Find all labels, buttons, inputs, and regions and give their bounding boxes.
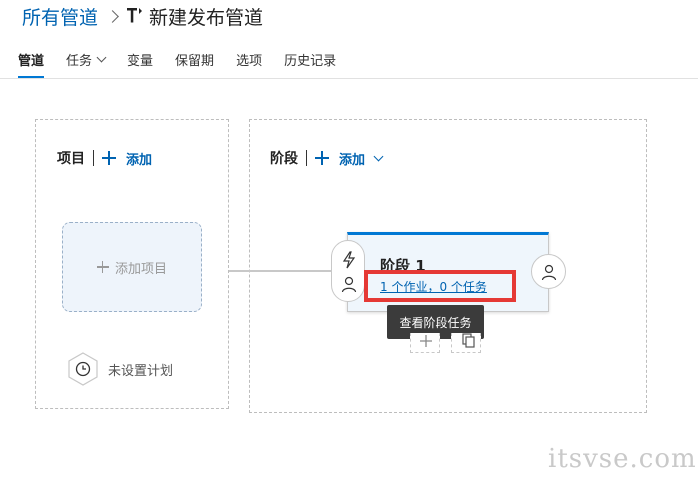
tab-tasks[interactable]: 任务 [66, 48, 107, 70]
schedule-trigger[interactable]: 未设置计划 [66, 352, 173, 386]
tab-pipeline[interactable]: 管道 [18, 48, 45, 78]
stages-title: 阶段 [270, 151, 298, 167]
artifacts-header: 项目 添加 [57, 148, 152, 168]
pre-deployment-conditions [331, 240, 365, 302]
clone-icon [462, 333, 475, 348]
post-deployment-conditions[interactable] [531, 254, 566, 289]
lightning-icon[interactable] [340, 251, 358, 269]
breadcrumb: 所有管道 新建发布管道 [22, 2, 263, 30]
tab-options[interactable]: 选项 [236, 48, 262, 70]
pipeline-icon [127, 8, 143, 23]
stages-header: 阶段 添加 [270, 148, 384, 168]
divider [93, 150, 94, 166]
clone-stage-button[interactable] [451, 333, 481, 353]
plus-icon [96, 261, 109, 273]
tabs-divider [0, 78, 698, 79]
breadcrumb-all-pipelines[interactable]: 所有管道 [22, 3, 98, 30]
divider [306, 150, 307, 166]
tab-bar: 管道 任务 变量 保留期 选项 历史记录 [18, 48, 358, 78]
person-icon [541, 264, 556, 280]
pipeline-connector [229, 270, 333, 272]
tab-retention[interactable]: 保留期 [175, 48, 214, 70]
schedule-label: 未设置计划 [108, 363, 174, 379]
chevron-down-icon[interactable] [373, 151, 384, 161]
chevron-down-icon [96, 52, 107, 62]
add-stage-below-button[interactable] [410, 333, 440, 353]
artifacts-panel: 项目 添加 添加项目 未设置计划 [35, 119, 229, 409]
tab-history[interactable]: 历史记录 [284, 48, 336, 70]
chevron-right-icon [106, 9, 119, 23]
add-artifact-button[interactable]: 添加项目 [62, 222, 202, 312]
artifacts-title: 项目 [57, 151, 85, 167]
add-artifact-label: 添加项目 [114, 261, 167, 277]
clock-icon [68, 352, 98, 386]
person-icon[interactable] [340, 275, 358, 293]
add-stage-link[interactable]: 添加 [339, 149, 365, 168]
plus-icon [420, 335, 432, 347]
add-artifact-link[interactable]: 添加 [126, 149, 152, 168]
highlight-box [364, 270, 516, 302]
plus-icon[interactable] [102, 151, 116, 165]
tab-variables[interactable]: 变量 [127, 48, 153, 70]
watermark: itsvse.com [548, 444, 697, 474]
page-title: 新建发布管道 [149, 6, 264, 29]
plus-icon[interactable] [315, 151, 329, 165]
